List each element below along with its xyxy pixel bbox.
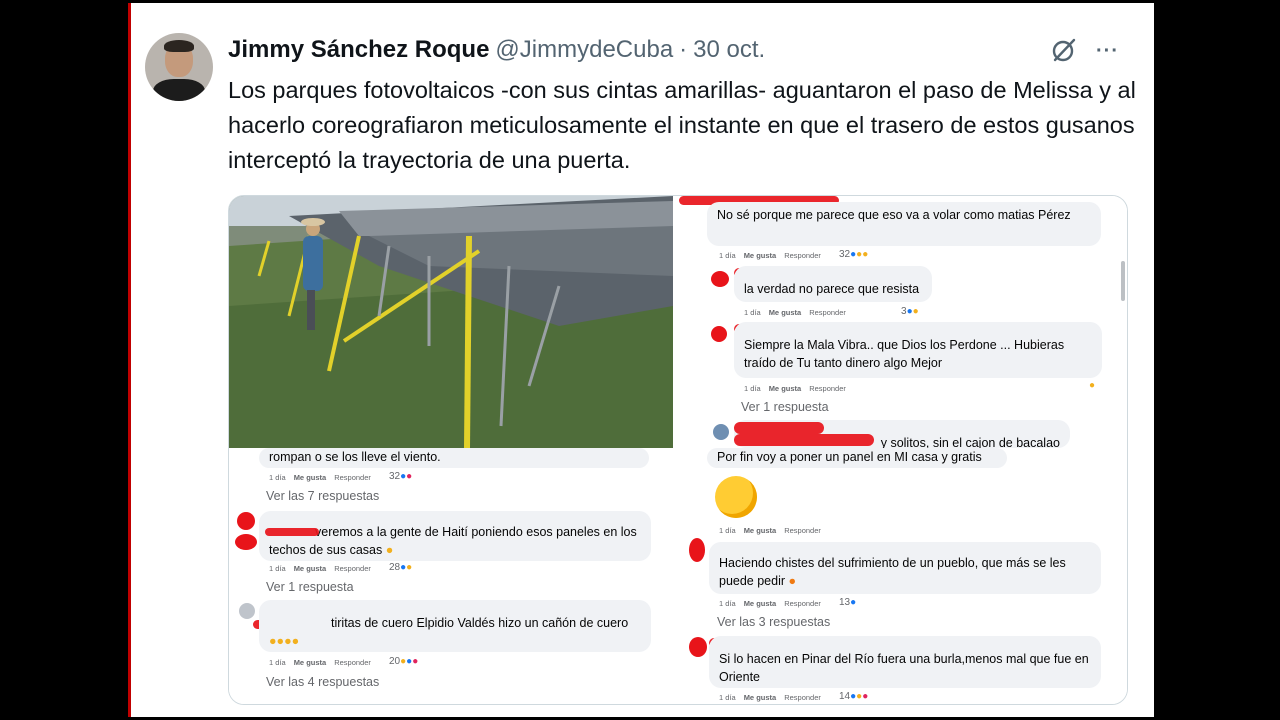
tweet-text: Los parques fotovoltaicos -con sus cinta… [228, 77, 1136, 173]
tweet-card: Jimmy Sánchez Roque @JimmydeCuba · 30 oc… [128, 3, 1154, 717]
more-icon[interactable]: ··· [1096, 40, 1126, 62]
laugh-reaction-icon[interactable]: ● [1089, 380, 1095, 391]
comment-text: y solitos, sin el cajon de bacalao [880, 436, 1060, 448]
reaction-count[interactable]: 32●●● [839, 249, 868, 260]
view-replies-link[interactable]: Ver las 4 respuestas [266, 675, 379, 689]
solar-park-photo [229, 196, 673, 448]
like-link[interactable]: Me gusta [744, 693, 777, 702]
comments-right: No sé porque me parece que eso va a vola… [679, 196, 1127, 704]
author-handle[interactable]: @JimmydeCuba [495, 36, 673, 64]
reaction-count[interactable]: 13● [839, 597, 856, 608]
reply-link[interactable]: Responder [334, 473, 371, 482]
comment-text: Haciendo chistes del sufrimiento de un p… [719, 556, 1066, 588]
view-replies-link[interactable]: Ver 1 respuesta [741, 400, 829, 414]
reply-link[interactable]: Responder [809, 308, 846, 317]
redaction [734, 434, 874, 446]
comment-meta: 1 día Me gusta Responder [719, 251, 821, 260]
like-link[interactable]: Me gusta [294, 658, 327, 667]
redaction [711, 326, 727, 342]
comment-text: Si lo hacen en Pinar del Río fuera una b… [719, 652, 1089, 684]
reaction-count[interactable]: 28●● [389, 562, 412, 573]
comment-bubble: Por fin voy a poner un panel en MI casa … [707, 448, 1007, 468]
comment-text: Siempre la Mala Vibra.. que Dios los Per… [744, 338, 1065, 370]
like-link[interactable]: Me gusta [769, 384, 802, 393]
comment-bubble: la verdad no parece que resista [734, 266, 932, 302]
view-replies-link[interactable]: Ver las 7 respuestas [266, 489, 379, 503]
scrollbar[interactable] [1121, 261, 1125, 301]
comment-text: veremos a la gente de Haití poniendo eso… [269, 525, 637, 557]
redaction [689, 637, 707, 657]
like-link[interactable]: Me gusta [294, 473, 327, 482]
comment-meta: 1 día Me gusta Responder [269, 658, 371, 667]
reaction-count[interactable]: 3●● [901, 306, 919, 317]
comment-meta: 1 día Me gusta Responder [269, 564, 371, 573]
commenter-avatar[interactable] [239, 603, 255, 619]
comment-text: tiritas de cuero Elpidio Valdés hizo un … [331, 616, 629, 630]
comment-text: Por fin voy a poner un panel en MI casa … [717, 450, 982, 464]
redaction [711, 271, 729, 287]
tweet-media[interactable]: No sé porque me parece que eso va a vola… [228, 195, 1128, 705]
comment-bubble: tiritas de cuero Elpidio Valdés hizo un … [259, 600, 651, 652]
reply-link[interactable]: Responder [809, 384, 846, 393]
comment-meta: 1 día Me gusta Responder [719, 599, 821, 608]
comments-left: rompan o se los lleve el viento. 1 día Me… [229, 448, 679, 704]
redaction [689, 538, 705, 562]
comment-text: No sé porque me parece que eso va a vola… [717, 208, 1071, 222]
reaction-count[interactable]: 14●●● [839, 691, 868, 702]
commenter-avatar[interactable] [713, 424, 729, 440]
like-link[interactable]: Me gusta [769, 308, 802, 317]
comment-meta: 1 día Me gusta Responder [719, 526, 821, 535]
comment-meta: 1 día Me gusta Responder [719, 693, 821, 702]
comment-bubble: No sé porque me parece que eso va a vola… [707, 202, 1101, 246]
reply-link[interactable]: Responder [334, 564, 371, 573]
author-name[interactable]: Jimmy Sánchez Roque [228, 36, 489, 64]
tweet-header: Jimmy Sánchez Roque @JimmydeCuba · 30 oc… [228, 36, 765, 66]
like-link[interactable]: Me gusta [294, 564, 327, 573]
redaction [265, 528, 319, 536]
reply-link[interactable]: Responder [784, 251, 821, 260]
comment-meta: 1 día Me gusta Responder [269, 473, 371, 482]
author-avatar[interactable] [145, 33, 213, 101]
comment-meta: 1 día Me gusta Responder [744, 308, 846, 317]
like-link[interactable]: Me gusta [744, 599, 777, 608]
comment-bubble: rompan o se los lleve el viento. [259, 448, 649, 468]
comment-bubble: Haciendo chistes del sufrimiento de un p… [709, 542, 1101, 594]
separator: · [679, 36, 688, 63]
comment-bubble: Siempre la Mala Vibra.. que Dios los Per… [734, 322, 1102, 378]
like-link[interactable]: Me gusta [744, 251, 777, 260]
frame-edge [128, 3, 131, 717]
view-replies-link[interactable]: Ver 1 respuesta [266, 580, 354, 594]
grok-icon[interactable] [1050, 36, 1078, 64]
comment-text: la verdad no parece que resista [744, 282, 920, 296]
reply-link[interactable]: Responder [784, 599, 821, 608]
view-replies-link[interactable]: Ver las 3 respuestas [717, 615, 830, 629]
thinking-emoji-icon [715, 476, 757, 518]
reply-link[interactable]: Responder [784, 526, 821, 535]
redaction [734, 422, 824, 434]
reaction-count[interactable]: 20●●● [389, 656, 418, 667]
reply-link[interactable]: Responder [784, 693, 821, 702]
tweet-date[interactable]: 30 oct. [693, 36, 765, 64]
reaction-count[interactable]: 32●● [389, 471, 412, 482]
reply-link[interactable]: Responder [334, 658, 371, 667]
like-link[interactable]: Me gusta [744, 526, 777, 535]
comment-meta: 1 día Me gusta Responder [744, 384, 846, 393]
comment-bubble: Si lo hacen en Pinar del Río fuera una b… [709, 636, 1101, 688]
comment-bubble: veremos a la gente de Haití poniendo eso… [259, 511, 651, 561]
redaction [237, 512, 255, 530]
comment-text: rompan o se los lleve el viento. [269, 450, 441, 464]
redaction [235, 534, 257, 550]
